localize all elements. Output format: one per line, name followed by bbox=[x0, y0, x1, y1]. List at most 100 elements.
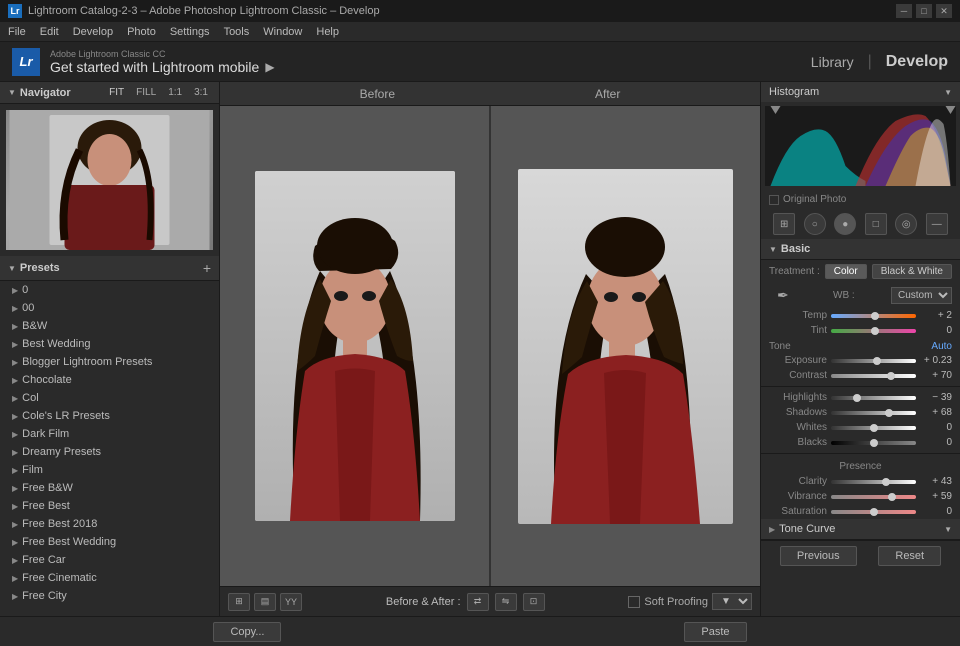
vibrance-slider[interactable] bbox=[831, 495, 916, 499]
bw-treatment-button[interactable]: Black & White bbox=[872, 264, 952, 279]
menu-tools[interactable]: Tools bbox=[224, 26, 250, 38]
paste-button[interactable]: Paste bbox=[684, 622, 746, 642]
saturation-thumb[interactable] bbox=[870, 508, 878, 516]
vibrance-thumb[interactable] bbox=[888, 493, 896, 501]
maximize-button[interactable]: □ bbox=[916, 4, 932, 18]
list-item[interactable]: ▶Chocolate bbox=[0, 371, 219, 389]
menu-help[interactable]: Help bbox=[316, 26, 339, 38]
exposure-slider-row: Exposure + 0.23 bbox=[761, 353, 960, 368]
previous-button[interactable]: Previous bbox=[780, 546, 857, 566]
title-bar-controls[interactable]: ─ □ ✕ bbox=[896, 4, 952, 18]
list-item[interactable]: ▶Free B&W bbox=[0, 479, 219, 497]
basic-header[interactable]: ▼ Basic bbox=[761, 239, 960, 260]
tint-slider[interactable] bbox=[831, 329, 916, 333]
list-item[interactable]: ▶Free Car bbox=[0, 551, 219, 569]
tone-curve-header[interactable]: ▶ Tone Curve ▼ bbox=[761, 519, 960, 540]
blacks-slider[interactable] bbox=[831, 441, 916, 445]
list-item[interactable]: ▶00 bbox=[0, 299, 219, 317]
wb-select[interactable]: Custom bbox=[891, 287, 952, 304]
adjustment-brush-button[interactable]: — bbox=[926, 213, 948, 235]
exposure-slider[interactable] bbox=[831, 359, 916, 363]
grid-view-button[interactable]: ⊞ bbox=[228, 593, 250, 611]
highlights-slider[interactable] bbox=[831, 396, 916, 400]
menu-develop[interactable]: Develop bbox=[73, 26, 113, 38]
radial-filter-button[interactable]: ◎ bbox=[895, 213, 917, 235]
menu-file[interactable]: File bbox=[8, 26, 26, 38]
whites-slider-row: Whites 0 bbox=[761, 420, 960, 435]
highlights-thumb[interactable] bbox=[853, 394, 861, 402]
menu-edit[interactable]: Edit bbox=[40, 26, 59, 38]
shadows-slider-row: Shadows + 68 bbox=[761, 405, 960, 420]
list-item[interactable]: ▶B&W bbox=[0, 317, 219, 335]
shadows-thumb[interactable] bbox=[885, 409, 893, 417]
nav-opt-3-1[interactable]: 3:1 bbox=[191, 86, 211, 99]
list-item[interactable]: ▶Film bbox=[0, 461, 219, 479]
auto-button[interactable]: Auto bbox=[931, 341, 952, 352]
list-item[interactable]: ▶0 bbox=[0, 281, 219, 299]
list-item[interactable]: ▶Blogger Lightroom Presets bbox=[0, 353, 219, 371]
list-item[interactable]: ▶Free Best bbox=[0, 497, 219, 515]
saturation-slider[interactable] bbox=[831, 510, 916, 514]
whites-thumb[interactable] bbox=[870, 424, 878, 432]
shadows-slider[interactable] bbox=[831, 411, 916, 415]
nav-library[interactable]: Library bbox=[811, 54, 854, 70]
list-item[interactable]: ▶Best Wedding bbox=[0, 335, 219, 353]
menu-settings[interactable]: Settings bbox=[170, 26, 210, 38]
eyedropper-tool[interactable]: ✒ bbox=[769, 285, 797, 306]
shadows-label: Shadows bbox=[769, 407, 827, 418]
view-toggle-button[interactable]: ⊡ bbox=[523, 593, 545, 611]
crop-tool-button[interactable]: ⊞ bbox=[773, 213, 795, 235]
preset-label: Dark Film bbox=[22, 428, 69, 440]
exposure-thumb[interactable] bbox=[873, 357, 881, 365]
preset-label: Chocolate bbox=[22, 374, 72, 386]
presets-add-button[interactable]: + bbox=[203, 260, 211, 276]
histogram-header[interactable]: Histogram ▼ bbox=[761, 82, 960, 102]
copy-button[interactable]: Copy... bbox=[213, 622, 281, 642]
compare-view-button[interactable]: ▤ bbox=[254, 593, 276, 611]
before-label: Before bbox=[360, 87, 395, 101]
vibrance-label: Vibrance bbox=[769, 491, 827, 502]
navigator-header[interactable]: ▼ Navigator FIT FILL 1:1 3:1 bbox=[0, 82, 219, 104]
list-item[interactable]: ▶Col bbox=[0, 389, 219, 407]
swap-before-after-button[interactable]: ⇄ bbox=[467, 593, 489, 611]
banner-play-icon[interactable]: ▶ bbox=[265, 60, 274, 74]
copy-settings-button[interactable]: ⇋ bbox=[495, 593, 517, 611]
whites-slider[interactable] bbox=[831, 426, 916, 430]
red-eye-button[interactable]: ● bbox=[834, 213, 856, 235]
after-label: After bbox=[595, 87, 620, 101]
nav-opt-1-1[interactable]: 1:1 bbox=[165, 86, 185, 99]
menu-window[interactable]: Window bbox=[263, 26, 302, 38]
filmstrip-button[interactable]: YY bbox=[280, 593, 302, 611]
menu-photo[interactable]: Photo bbox=[127, 26, 156, 38]
contrast-slider[interactable] bbox=[831, 374, 916, 378]
blacks-thumb[interactable] bbox=[870, 439, 878, 447]
soft-proofing-checkbox[interactable] bbox=[628, 596, 640, 608]
contrast-thumb[interactable] bbox=[887, 372, 895, 380]
saturation-slider-row: Saturation 0 bbox=[761, 504, 960, 519]
original-photo-checkbox[interactable] bbox=[769, 195, 779, 205]
nav-develop[interactable]: Develop bbox=[886, 53, 948, 71]
graduated-filter-button[interactable]: □ bbox=[865, 213, 887, 235]
preset-arrow-icon: ▶ bbox=[12, 574, 18, 583]
list-item[interactable]: ▶Free Best 2018 bbox=[0, 515, 219, 533]
list-item[interactable]: ▶Dreamy Presets bbox=[0, 443, 219, 461]
list-item[interactable]: ▶Free City bbox=[0, 587, 219, 605]
nav-opt-fill[interactable]: FILL bbox=[133, 86, 159, 99]
list-item[interactable]: ▶Cole's LR Presets bbox=[0, 407, 219, 425]
list-item[interactable]: ▶Free Cinematic bbox=[0, 569, 219, 587]
spot-removal-button[interactable]: ○ bbox=[804, 213, 826, 235]
temp-thumb[interactable] bbox=[871, 312, 879, 320]
presets-header[interactable]: ▼ Presets + bbox=[0, 256, 219, 281]
close-button[interactable]: ✕ bbox=[936, 4, 952, 18]
clarity-slider[interactable] bbox=[831, 480, 916, 484]
tint-thumb[interactable] bbox=[871, 327, 879, 335]
color-treatment-button[interactable]: Color bbox=[825, 264, 867, 279]
reset-button[interactable]: Reset bbox=[878, 546, 941, 566]
list-item[interactable]: ▶Dark Film bbox=[0, 425, 219, 443]
minimize-button[interactable]: ─ bbox=[896, 4, 912, 18]
soft-proofing-select[interactable]: ▼ bbox=[712, 593, 752, 610]
list-item[interactable]: ▶Free Best Wedding bbox=[0, 533, 219, 551]
nav-opt-fit[interactable]: FIT bbox=[106, 86, 127, 99]
clarity-thumb[interactable] bbox=[882, 478, 890, 486]
temp-slider[interactable] bbox=[831, 314, 916, 318]
